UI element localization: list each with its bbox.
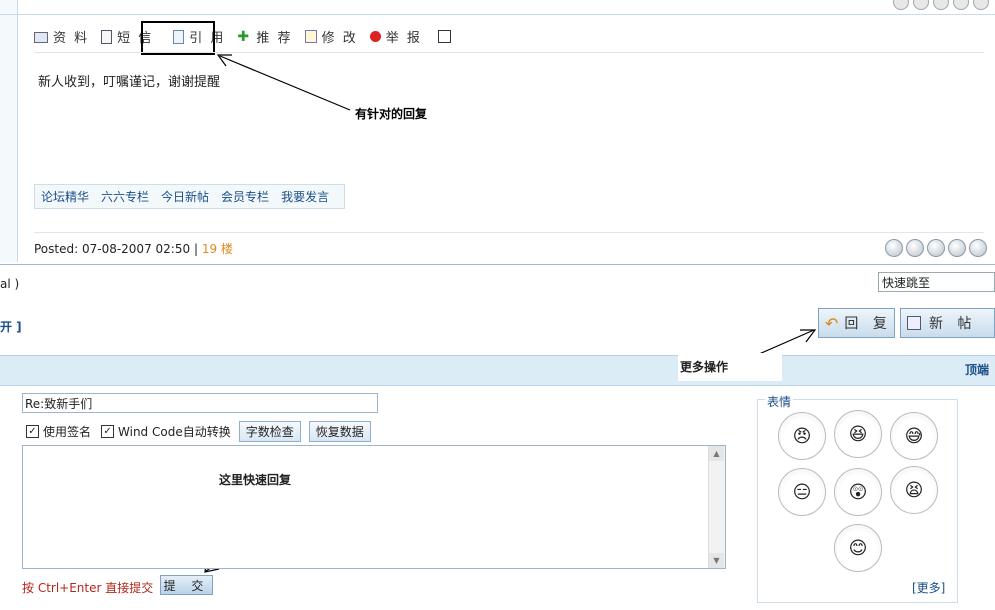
link-today-new[interactable]: 今日新帖: [161, 188, 209, 205]
circle-icon[interactable]: [927, 239, 945, 257]
posted-info: Posted: 07-08-2007 02:50 | 19 楼: [34, 240, 233, 257]
submit-button[interactable]: 提 交: [160, 575, 213, 595]
emoticon-angry-icon[interactable]: 😠: [778, 412, 826, 460]
windcode-checkbox[interactable]: ✓: [101, 425, 115, 438]
submit-hint: 按 Ctrl+Enter 直接提交: [22, 581, 154, 595]
floor-number[interactable]: 19 楼: [202, 242, 233, 256]
reply-button-label: 回 复: [844, 316, 892, 332]
section-divider: [0, 264, 995, 265]
new-post-edit-icon: [907, 316, 921, 330]
emoticon-shout-icon[interactable]: 😫: [890, 466, 938, 514]
more-ops-annotation: 更多操作: [678, 353, 782, 381]
emoticon-sleepy-icon[interactable]: 😑: [778, 468, 826, 516]
truncated-text-left: al ): [0, 277, 20, 291]
link-liuliu-column[interactable]: 六六专栏: [101, 188, 149, 205]
emoticon-luck-icon[interactable]: 😆: [834, 410, 882, 458]
scroll-up-icon[interactable]: ▲: [709, 446, 724, 461]
quick-reply-annotation: 这里快速回复: [219, 473, 292, 487]
new-post-button[interactable]: 新 帖: [900, 308, 995, 338]
emoticon-more-link[interactable]: [更多]: [912, 579, 945, 596]
posted-time: Posted: 07-08-2007 02:50: [34, 242, 191, 256]
reply-options: ✓ 使用签名 ✓ Wind Code自动转换 字数检查 恢复数据: [26, 421, 371, 442]
posted-separator: |: [193, 242, 198, 256]
new-post-button-label: 新 帖: [929, 316, 977, 332]
reply-textarea[interactable]: 这里快速回复 ▲ ▼: [22, 445, 726, 569]
link-forum-digest[interactable]: 论坛精华: [41, 188, 89, 205]
scroll-down-icon[interactable]: ▼: [709, 553, 724, 568]
posted-divider: [34, 232, 984, 233]
emoticon-sweat-icon[interactable]: 😅: [890, 412, 938, 460]
signature-checkbox[interactable]: ✓: [26, 425, 39, 438]
restore-data-button[interactable]: 恢复数据: [308, 421, 371, 442]
quick-jump-select[interactable]: 快速跳至: [878, 272, 995, 292]
reply-title-input[interactable]: Re:致新手们: [22, 393, 378, 413]
link-member-column[interactable]: 会员专栏: [221, 188, 269, 205]
post-control-icons: [885, 239, 987, 257]
reply-button[interactable]: ↶ 回 复: [818, 308, 895, 338]
emoticon-title: 表情: [765, 393, 794, 410]
char-check-button[interactable]: 字数检查: [238, 421, 301, 442]
quote-annotation: 有针对的回复: [355, 107, 428, 121]
circle-icon[interactable]: [885, 239, 903, 257]
emoticon-shy-icon[interactable]: 😊: [834, 524, 882, 572]
close-circle-icon[interactable]: [906, 239, 924, 257]
textarea-scrollbar[interactable]: ▲ ▼: [708, 446, 725, 568]
emoticon-surprised-icon[interactable]: 😲: [834, 468, 882, 516]
post-links: 论坛精华 六六专栏 今日新帖 会员专栏 我要发言: [34, 184, 345, 209]
signature-label: 使用签名: [43, 425, 92, 439]
back-to-top-link[interactable]: 顶端: [965, 361, 989, 378]
up-arrow-icon[interactable]: [969, 239, 987, 257]
reply-arrow-icon: ↶: [825, 313, 839, 333]
circle-icon[interactable]: [948, 239, 966, 257]
quick-reply-header-band: [0, 355, 995, 386]
truncated-link-left[interactable]: 开 ]: [0, 318, 22, 335]
windcode-label: Wind Code自动转换: [118, 425, 231, 439]
link-post-new[interactable]: 我要发言: [281, 188, 329, 205]
